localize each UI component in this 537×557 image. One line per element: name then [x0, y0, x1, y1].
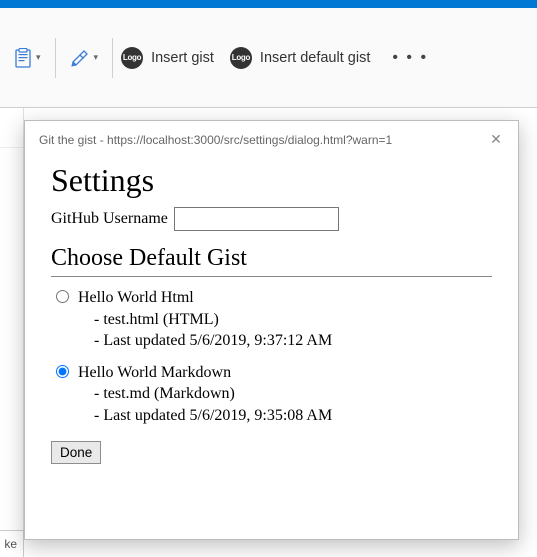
- settings-dialog: Git the gist - https://localhost:3000/sr…: [24, 120, 519, 540]
- settings-heading: Settings: [51, 162, 492, 199]
- close-icon[interactable]: ✕: [486, 131, 506, 148]
- dialog-titlebar: Git the gist - https://localhost:3000/sr…: [25, 121, 518, 156]
- chevron-down-icon: ▾: [36, 52, 41, 63]
- gist-radio[interactable]: [56, 365, 69, 378]
- paste-dropdown-button[interactable]: ▾: [10, 44, 45, 72]
- gist-file-line: - test.html (HTML): [78, 309, 332, 331]
- gist-updated-line: - Last updated 5/6/2019, 9:37:12 AM: [78, 330, 332, 352]
- logo-icon: Logo: [121, 47, 143, 69]
- gist-radio[interactable]: [56, 290, 69, 303]
- partial-tab-text: ke: [0, 530, 24, 557]
- divider: [51, 276, 492, 277]
- gist-option[interactable]: Hello World Markdown - test.md (Markdown…: [51, 362, 492, 427]
- chevron-down-icon: ▾: [94, 52, 99, 63]
- format-painter-button[interactable]: ▾: [66, 44, 103, 72]
- gist-option-text: Hello World Markdown - test.md (Markdown…: [78, 362, 332, 427]
- github-username-input[interactable]: [174, 207, 339, 231]
- github-username-row: GitHub Username: [51, 207, 492, 231]
- insert-gist-label: Insert gist: [151, 50, 214, 66]
- window-title-bar: [0, 0, 537, 8]
- done-button[interactable]: Done: [51, 441, 101, 464]
- paint-section: ▾: [56, 8, 113, 107]
- brush-icon: [70, 48, 90, 68]
- gist-file-line: - test.md (Markdown): [78, 383, 332, 405]
- gist-option-text: Hello World Html - test.html (HTML) - La…: [78, 287, 332, 352]
- more-options-button[interactable]: • • •: [378, 45, 442, 71]
- clipboard-icon: [14, 48, 32, 68]
- gist-title: Hello World Html: [78, 287, 332, 309]
- logo-icon: Logo: [230, 47, 252, 69]
- choose-default-gist-heading: Choose Default Gist: [51, 245, 492, 272]
- github-username-label: GitHub Username: [51, 210, 168, 228]
- dialog-body: Settings GitHub Username Choose Default …: [25, 156, 518, 480]
- ribbon-toolbar: ▾ ▾ Logo Insert gist Logo Insert default…: [0, 8, 537, 108]
- paste-section: ▾: [0, 8, 55, 107]
- insert-default-gist-button[interactable]: Logo Insert default gist: [222, 43, 378, 73]
- gist-option[interactable]: Hello World Html - test.html (HTML) - La…: [51, 287, 492, 352]
- background-pane: ke: [0, 108, 24, 556]
- gist-updated-line: - Last updated 5/6/2019, 9:35:08 AM: [78, 405, 332, 427]
- insert-default-gist-label: Insert default gist: [260, 50, 370, 66]
- dialog-title-text: Git the gist - https://localhost:3000/sr…: [39, 133, 486, 147]
- insert-gist-button[interactable]: Logo Insert gist: [113, 43, 222, 73]
- gist-title: Hello World Markdown: [78, 362, 332, 384]
